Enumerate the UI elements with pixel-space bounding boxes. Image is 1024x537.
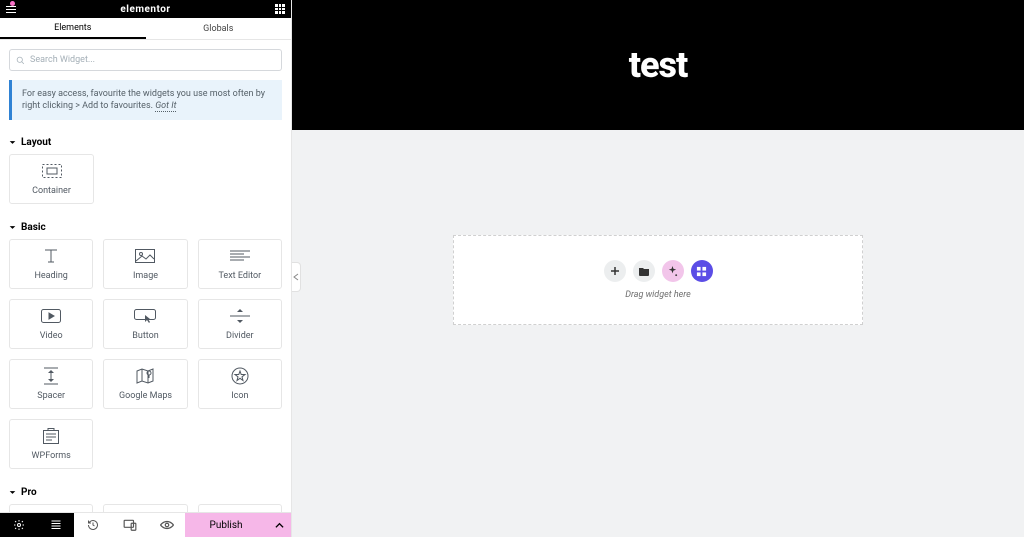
button-icon bbox=[134, 307, 156, 325]
widget-dropzone[interactable]: Drag widget here bbox=[453, 235, 863, 325]
page-hero: test bbox=[292, 0, 1024, 130]
widget-container[interactable]: Container bbox=[9, 154, 94, 204]
section-head-basic[interactable]: Basic bbox=[0, 214, 291, 239]
caret-down-icon bbox=[9, 224, 16, 231]
widget-label: Text Editor bbox=[218, 271, 261, 281]
editor-panel: elementor Elements Globals For easy acce… bbox=[0, 0, 292, 537]
hamburger-menu-icon[interactable] bbox=[6, 6, 16, 13]
widget-label: Video bbox=[40, 331, 63, 341]
preview-button[interactable] bbox=[148, 513, 185, 537]
publish-options-button[interactable] bbox=[267, 513, 291, 537]
panel-topbar: elementor bbox=[0, 0, 291, 18]
image-icon bbox=[135, 247, 155, 265]
widget-label: Heading bbox=[34, 271, 67, 281]
spacer-icon bbox=[44, 367, 58, 385]
tab-globals[interactable]: Globals bbox=[146, 18, 292, 39]
hint-dismiss-link[interactable]: Got It bbox=[155, 101, 176, 112]
widget-wpforms[interactable]: WPForms bbox=[9, 419, 93, 469]
notification-dot-icon bbox=[10, 1, 15, 6]
widget-label: Container bbox=[32, 186, 71, 196]
section-head-pro[interactable]: Pro bbox=[0, 479, 291, 504]
dropzone-hint: Drag widget here bbox=[625, 290, 691, 300]
container-icon bbox=[42, 162, 62, 180]
publish-button[interactable]: Publish bbox=[185, 513, 267, 537]
video-icon bbox=[41, 307, 61, 325]
chevron-up-icon bbox=[275, 521, 284, 530]
section-head-layout[interactable]: Layout bbox=[0, 129, 291, 154]
search-icon bbox=[16, 56, 25, 65]
widget-pro-placeholder[interactable] bbox=[9, 504, 93, 512]
tab-elements[interactable]: Elements bbox=[0, 18, 146, 39]
settings-button[interactable] bbox=[0, 513, 37, 537]
map-icon bbox=[136, 367, 154, 385]
add-section-button[interactable] bbox=[604, 260, 626, 282]
heading-icon bbox=[42, 247, 60, 265]
layout-icon bbox=[696, 266, 707, 277]
widget-heading[interactable]: Heading bbox=[9, 239, 93, 289]
container-presets-button[interactable] bbox=[691, 260, 713, 282]
favourites-hint: For easy access, favourite the widgets y… bbox=[9, 80, 282, 120]
divider-icon bbox=[230, 307, 250, 325]
widget-video[interactable]: Video bbox=[9, 299, 93, 349]
widget-label: Spacer bbox=[37, 391, 65, 401]
editor-canvas: test Drag widget here bbox=[292, 0, 1024, 537]
search-input[interactable] bbox=[30, 55, 275, 65]
panel-footer: Publish bbox=[0, 512, 291, 537]
hint-text: For easy access, favourite the widgets y… bbox=[22, 89, 265, 111]
sparkle-icon bbox=[667, 266, 678, 277]
dropzone-actions bbox=[604, 260, 713, 282]
chevron-left-icon bbox=[293, 273, 299, 281]
caret-down-icon bbox=[9, 489, 16, 496]
ai-button[interactable] bbox=[662, 260, 684, 282]
section-title: Layout bbox=[21, 137, 51, 148]
widget-label: WPForms bbox=[32, 451, 71, 461]
page-title: test bbox=[629, 44, 688, 86]
navigator-button[interactable] bbox=[37, 513, 74, 537]
brand-label: elementor bbox=[16, 4, 275, 15]
widget-pro-placeholder[interactable] bbox=[103, 504, 187, 512]
widget-label: Button bbox=[132, 331, 158, 341]
folder-icon bbox=[639, 267, 649, 276]
widget-spacer[interactable]: Spacer bbox=[9, 359, 93, 409]
widget-label: Divider bbox=[226, 331, 254, 341]
widget-text-editor[interactable]: Text Editor bbox=[198, 239, 282, 289]
apps-grid-icon[interactable] bbox=[275, 4, 285, 14]
text-editor-icon bbox=[230, 247, 250, 265]
section-title: Pro bbox=[21, 487, 37, 498]
widget-google-maps[interactable]: Google Maps bbox=[103, 359, 187, 409]
widget-button[interactable]: Button bbox=[103, 299, 187, 349]
widget-image[interactable]: Image bbox=[103, 239, 187, 289]
star-circle-icon bbox=[231, 367, 249, 385]
plus-icon bbox=[610, 266, 620, 276]
widget-divider[interactable]: Divider bbox=[198, 299, 282, 349]
template-library-button[interactable] bbox=[633, 260, 655, 282]
search-widget-box[interactable] bbox=[9, 49, 282, 71]
responsive-button[interactable] bbox=[111, 513, 148, 537]
caret-down-icon bbox=[9, 139, 16, 146]
widget-pro-placeholder[interactable] bbox=[198, 504, 282, 512]
widget-label: Icon bbox=[231, 391, 248, 401]
widget-label: Image bbox=[133, 271, 158, 281]
panel-collapse-handle[interactable] bbox=[292, 262, 301, 292]
widget-icon[interactable]: Icon bbox=[198, 359, 282, 409]
widget-label: Google Maps bbox=[119, 391, 172, 401]
form-icon bbox=[43, 427, 59, 445]
section-title: Basic bbox=[21, 222, 46, 233]
panel-tabs: Elements Globals bbox=[0, 18, 291, 40]
history-button[interactable] bbox=[74, 513, 111, 537]
